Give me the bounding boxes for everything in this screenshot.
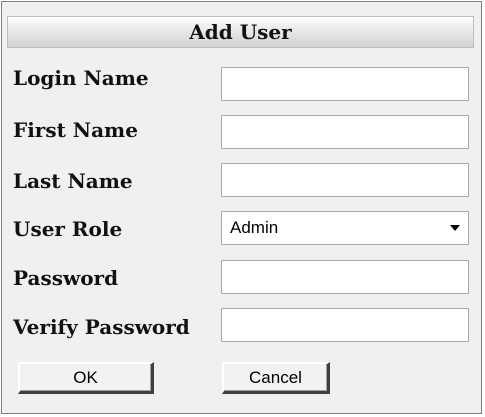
ok-button[interactable]: OK <box>18 362 154 394</box>
last-name-label: Last Name <box>13 169 133 193</box>
login-name-label: Login Name <box>13 66 149 90</box>
first-name-label: First Name <box>13 118 138 142</box>
last-name-input[interactable] <box>221 163 469 197</box>
user-role-label: User Role <box>13 217 123 241</box>
page-title: Add User <box>189 20 292 44</box>
login-name-input[interactable] <box>221 67 469 101</box>
first-name-input[interactable] <box>221 115 469 149</box>
verify-password-input[interactable] <box>221 308 469 342</box>
user-role-select[interactable]: Admin <box>221 211 469 245</box>
password-input[interactable] <box>221 260 469 294</box>
password-label: Password <box>13 266 119 290</box>
user-role-selected-value: Admin <box>230 218 279 237</box>
chevron-down-icon <box>450 225 460 231</box>
panel-header: Add User <box>7 16 474 48</box>
add-user-panel: Add User <box>1 1 482 414</box>
verify-password-label: Verify Password <box>13 315 190 339</box>
cancel-button[interactable]: Cancel <box>222 362 330 394</box>
